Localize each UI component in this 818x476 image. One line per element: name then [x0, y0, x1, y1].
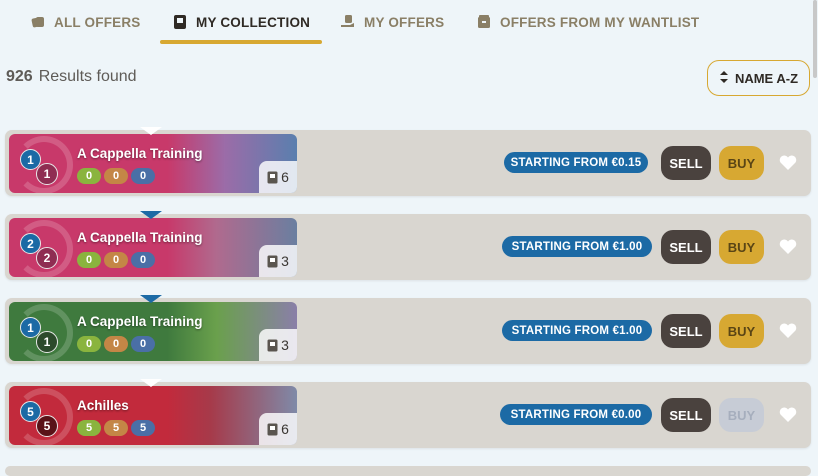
tab-label: ALL OFFERS	[54, 14, 141, 30]
list-item: 1 1 A Cappella Training 0 0 0 6 STARTING…	[5, 127, 811, 196]
heart-icon[interactable]	[778, 237, 798, 257]
ink-cost-badge: 2	[20, 233, 41, 254]
ink-cost-badge: 1	[20, 149, 41, 170]
heart-icon[interactable]	[778, 153, 798, 173]
owned-number: 3	[281, 337, 289, 353]
tab-label: MY COLLECTION	[196, 14, 311, 30]
heart-icon[interactable]	[778, 405, 798, 425]
stat-pill: 0	[104, 168, 128, 184]
tab-label: OFFERS FROM MY WANTLIST	[500, 14, 700, 30]
book-icon	[267, 255, 278, 267]
list-item: 1 1 A Cappella Training 0 0 0 3 STARTING…	[5, 295, 811, 364]
sell-button[interactable]: SELL	[661, 398, 711, 432]
stat-pills: 5 5 5	[77, 420, 155, 436]
results-count: 926 Results found	[6, 68, 137, 86]
scrollbar[interactable]	[813, 0, 818, 470]
ink-cost-badge: 5	[20, 401, 41, 422]
buy-button[interactable]: BUY	[719, 314, 764, 348]
owned-number: 6	[281, 169, 289, 185]
stat-pill: 0	[77, 252, 101, 268]
buy-button-disabled[interactable]: BUY	[719, 398, 764, 432]
stat-pill: 0	[77, 336, 101, 352]
owned-count: 6	[259, 161, 297, 193]
tab-offers-wantlist[interactable]: OFFERS FROM MY WANTLIST	[476, 0, 699, 44]
card-notch	[140, 379, 162, 387]
sell-button[interactable]: SELL	[661, 314, 711, 348]
owned-count: 6	[259, 413, 297, 445]
list-item: 5 5 Achilles 5 5 5 6 STARTING FROM €0.00…	[5, 379, 811, 448]
price-badge: STARTING FROM €1.00	[502, 320, 652, 341]
stat-pill: 5	[77, 420, 101, 436]
buy-button[interactable]: BUY	[719, 230, 764, 264]
card-name: A Cappella Training	[77, 230, 203, 245]
ink-cost-badge: 1	[20, 317, 41, 338]
stat-pill: 0	[77, 168, 101, 184]
stat-pill: 0	[131, 252, 155, 268]
card-thumbnail[interactable]: 5 5 Achilles 5 5 5 6	[9, 386, 297, 445]
sort-icon	[719, 70, 729, 87]
heart-icon[interactable]	[778, 321, 798, 341]
stat-pill: 0	[131, 168, 155, 184]
cost-badge: 5	[36, 415, 58, 437]
sort-button[interactable]: NAME A-Z	[707, 60, 810, 96]
scrollbar-thumb[interactable]	[813, 0, 817, 78]
stat-pills: 0 0 0	[77, 168, 155, 184]
stat-pill: 0	[131, 336, 155, 352]
buy-button[interactable]: BUY	[719, 146, 764, 180]
price-badge: STARTING FROM €0.15	[504, 152, 648, 173]
stat-pill: 0	[104, 252, 128, 268]
stat-pills: 0 0 0	[77, 252, 155, 268]
owned-number: 6	[281, 421, 289, 437]
book-icon	[267, 171, 278, 183]
cost-badge: 1	[36, 163, 58, 185]
book-icon	[172, 14, 188, 30]
book-icon	[267, 339, 278, 351]
card-notch	[140, 295, 162, 303]
box-icon	[476, 14, 492, 30]
results-label: Results found	[38, 68, 137, 85]
cost-badge: 1	[36, 331, 58, 353]
card-name: A Cappella Training	[77, 314, 203, 329]
stat-pill: 5	[104, 420, 128, 436]
card-notch	[140, 211, 162, 219]
price-badge: STARTING FROM €0.00	[500, 404, 652, 425]
hand-icon	[340, 14, 356, 30]
list-item: 2 2 A Cappella Training 0 0 0 3 STARTING…	[5, 211, 811, 280]
results-number: 926	[6, 68, 33, 85]
cost-badge: 2	[36, 247, 58, 269]
card-name: A Cappella Training	[77, 146, 203, 161]
owned-number: 3	[281, 253, 289, 269]
sort-label: NAME A-Z	[734, 70, 799, 86]
stat-pill: 0	[104, 336, 128, 352]
card-thumbnail[interactable]: 1 1 A Cappella Training 0 0 0 6	[9, 134, 297, 193]
card-notch	[140, 127, 162, 135]
stat-pill: 5	[131, 420, 155, 436]
owned-count: 3	[259, 329, 297, 361]
tab-my-offers[interactable]: MY OFFERS	[340, 0, 444, 44]
card-name: Achilles	[77, 398, 129, 413]
sell-button[interactable]: SELL	[661, 146, 711, 180]
stat-pills: 0 0 0	[77, 336, 155, 352]
tab-my-collection[interactable]: MY COLLECTION	[159, 0, 323, 44]
tab-all-offers[interactable]: ALL OFFERS	[30, 0, 141, 44]
sell-button[interactable]: SELL	[661, 230, 711, 264]
tab-bar: ALL OFFERS MY COLLECTION MY OFFERS OFFER…	[0, 0, 818, 44]
tab-label: MY OFFERS	[364, 14, 445, 30]
cards-icon	[30, 14, 46, 30]
card-thumbnail[interactable]: 2 2 A Cappella Training 0 0 0 3	[9, 218, 297, 277]
price-badge: STARTING FROM €1.00	[502, 236, 652, 257]
card-thumbnail[interactable]: 1 1 A Cappella Training 0 0 0 3	[9, 302, 297, 361]
book-icon	[267, 423, 278, 435]
owned-count: 3	[259, 245, 297, 277]
list-item-partial	[5, 466, 811, 476]
